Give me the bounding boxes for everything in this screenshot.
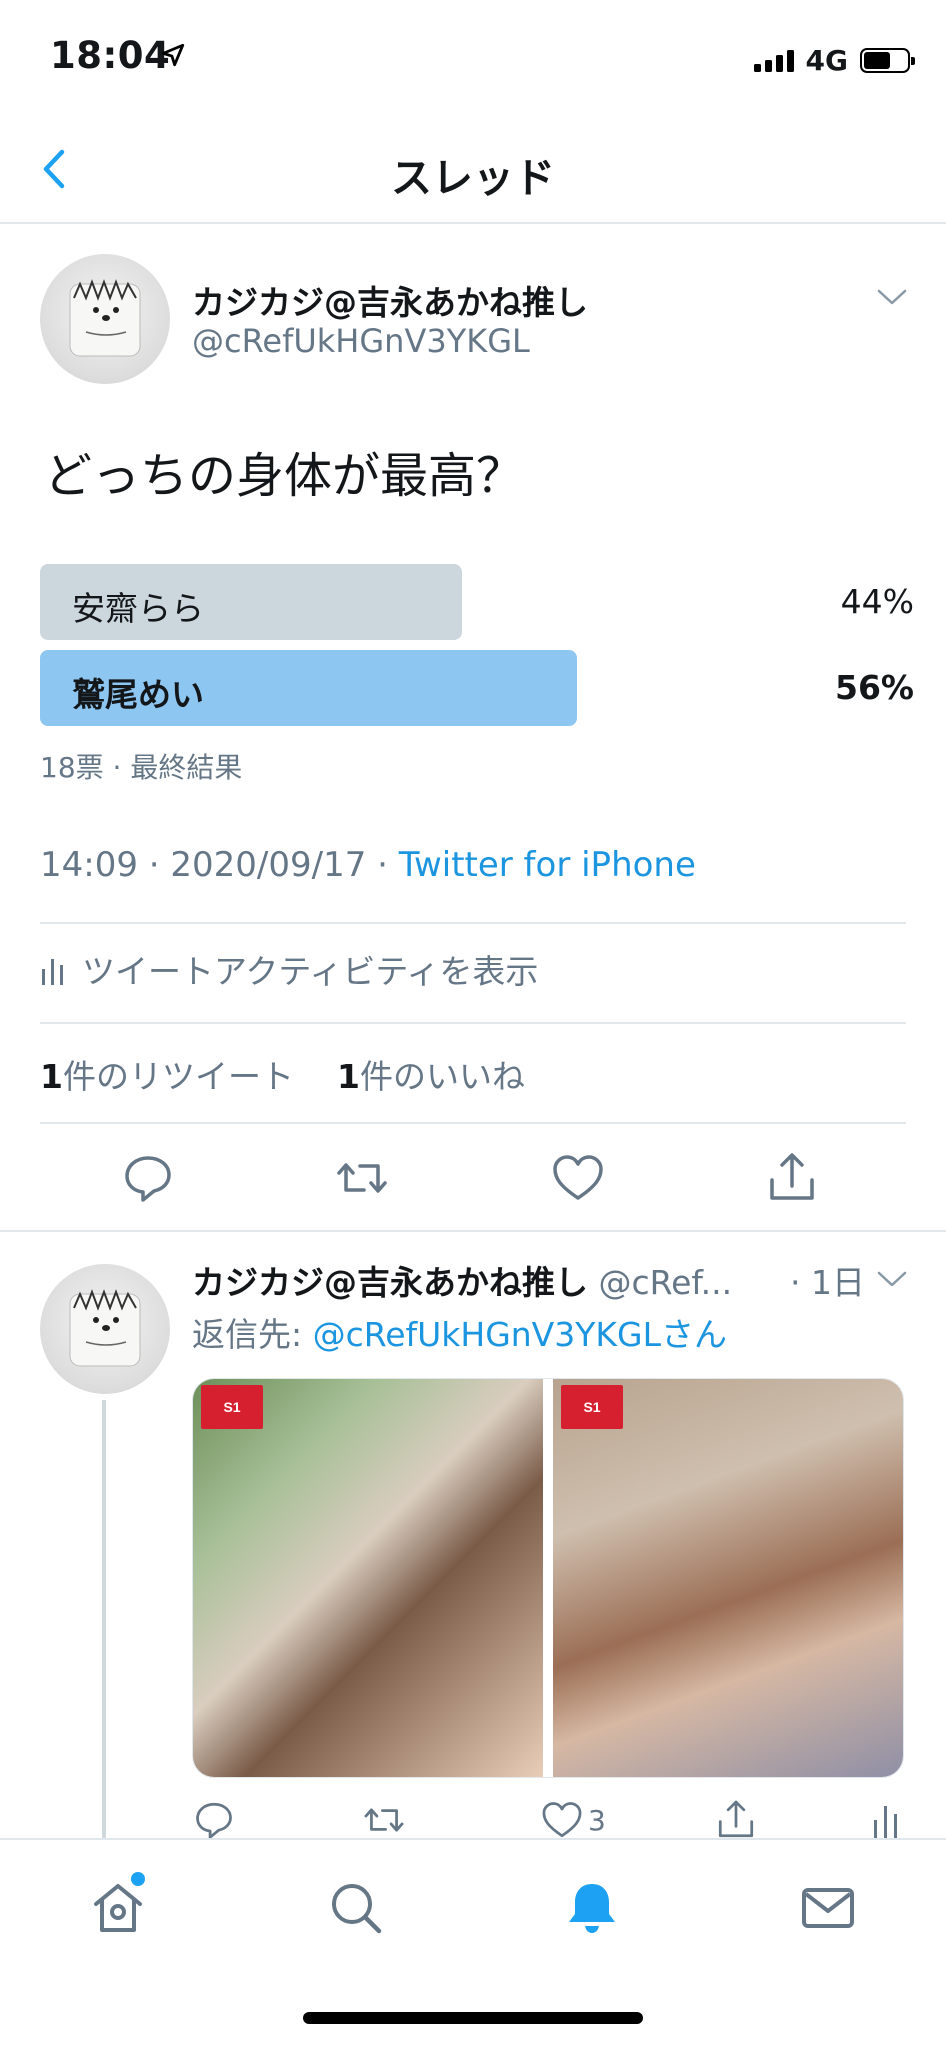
source-link[interactable]: Twitter for iPhone bbox=[399, 845, 696, 885]
tab-messages[interactable] bbox=[798, 1878, 858, 1938]
author-handle[interactable]: @cRefUkHGnV3YKGL bbox=[192, 322, 530, 360]
reply-icon bbox=[196, 1802, 232, 1839]
retweets-count: 1 bbox=[40, 1057, 63, 1096]
analytics-button[interactable] bbox=[864, 1798, 908, 1842]
reply-author-name[interactable]: カジカジ@吉永あかね推し bbox=[192, 1263, 588, 1302]
home-indicator bbox=[303, 2012, 643, 2024]
tweet-text: どっちの身体が最高？ bbox=[44, 448, 525, 504]
status-bar: 18:04 4G bbox=[0, 0, 946, 118]
reply-to-handle[interactable]: @cRefUkHGnV3YKGLさん bbox=[313, 1315, 727, 1354]
poll-option-label: 鷲尾めい bbox=[72, 675, 204, 714]
like-button[interactable] bbox=[540, 1798, 584, 1842]
likes-count: 1 bbox=[336, 1057, 360, 1096]
tab-home[interactable] bbox=[88, 1878, 148, 1938]
share-icon bbox=[718, 1800, 754, 1838]
reply-to-prefix: 返信先: bbox=[192, 1315, 313, 1354]
avatar[interactable] bbox=[40, 254, 170, 384]
share-button[interactable] bbox=[764, 1150, 820, 1206]
studio-logo: S1 bbox=[201, 1385, 263, 1429]
reply-avatar[interactable] bbox=[40, 1264, 170, 1394]
poll-option-label: 安齋らら bbox=[72, 589, 204, 628]
status-time: 18:04 bbox=[50, 34, 171, 77]
retweets-label: 件のリツイート bbox=[62, 1057, 294, 1096]
share-icon bbox=[770, 1153, 814, 1200]
heart-icon bbox=[542, 1802, 582, 1838]
author-name[interactable]: カジカジ@吉永あかね推し bbox=[192, 276, 588, 324]
messages-icon bbox=[802, 1888, 854, 1928]
likes-count-link[interactable]: 1件のいいね bbox=[337, 1057, 525, 1096]
poll-option: 安齋らら 44% bbox=[40, 564, 914, 640]
retweets-count-link[interactable]: 1件のリツイート bbox=[40, 1057, 294, 1096]
media-grid: S1 S1 bbox=[192, 1378, 904, 1778]
network-type: 4G bbox=[805, 44, 848, 77]
nav-header: スレッド bbox=[0, 118, 946, 224]
chevron-down-icon[interactable] bbox=[876, 1268, 908, 1290]
tab-search[interactable] bbox=[326, 1878, 386, 1938]
retweet-button[interactable] bbox=[334, 1150, 390, 1206]
like-button[interactable] bbox=[550, 1150, 606, 1206]
divider bbox=[40, 1122, 906, 1124]
section-divider bbox=[0, 1230, 946, 1232]
poll-option-percent: 56% bbox=[835, 668, 914, 707]
tab-notifications[interactable] bbox=[562, 1878, 622, 1938]
activity-label: ツイートアクティビティを表示 bbox=[82, 952, 539, 991]
engagement-counts: 1件のリツイート 1件のいいね bbox=[40, 1050, 525, 1098]
reply-to: 返信先: @cRefUkHGnV3YKGLさん bbox=[192, 1308, 727, 1356]
chevron-down-icon[interactable] bbox=[876, 286, 908, 308]
cellular-signal-icon bbox=[753, 49, 794, 72]
timestamp-text: 14:09 · 2020/09/17 · bbox=[40, 845, 399, 885]
battery-icon bbox=[860, 48, 915, 73]
hedgehog-mug-icon bbox=[69, 1289, 141, 1367]
reply-time: · 1日 bbox=[790, 1263, 865, 1302]
retweet-icon bbox=[337, 1163, 387, 1193]
media-image[interactable]: S1 bbox=[553, 1379, 903, 1777]
reply-like-count: 3 bbox=[588, 1804, 606, 1837]
heart-icon bbox=[553, 1155, 603, 1200]
divider bbox=[40, 922, 906, 924]
notifications-icon bbox=[569, 1884, 615, 1933]
search-icon bbox=[332, 1884, 382, 1934]
studio-logo: S1 bbox=[561, 1385, 623, 1429]
reply-author-handle[interactable]: @cRef... bbox=[599, 1263, 733, 1302]
location-arrow-icon bbox=[161, 43, 185, 67]
retweet-button[interactable] bbox=[362, 1798, 406, 1842]
reply-header: カジカジ@吉永あかね推し @cRef... bbox=[192, 1256, 892, 1304]
home-icon bbox=[94, 1884, 142, 1932]
tweet-timestamp: 14:09 · 2020/09/17 · Twitter for iPhone bbox=[40, 845, 696, 885]
poll-option-percent: 44% bbox=[840, 582, 914, 621]
likes-label: 件のいいね bbox=[359, 1057, 525, 1096]
reply-button[interactable] bbox=[192, 1798, 236, 1842]
share-button[interactable] bbox=[714, 1798, 758, 1842]
tweet-activity-link[interactable]: ツイートアクティビティを表示 bbox=[40, 945, 538, 993]
page-title: スレッド bbox=[391, 154, 555, 202]
tweet-action-bar bbox=[0, 1150, 946, 1210]
poll-option: 鷲尾めい 56% bbox=[40, 650, 914, 726]
media-image[interactable]: S1 bbox=[193, 1379, 543, 1777]
poll-meta: 18票 · 最終結果 bbox=[40, 751, 243, 784]
reply-button[interactable] bbox=[120, 1150, 176, 1206]
divider bbox=[40, 1022, 906, 1024]
reply-icon bbox=[125, 1156, 171, 1202]
analytics-icon bbox=[42, 959, 63, 985]
hedgehog-mug-icon bbox=[69, 279, 141, 357]
unread-dot bbox=[131, 1872, 145, 1886]
thread-line bbox=[102, 1400, 106, 1840]
retweet-icon bbox=[364, 1808, 404, 1832]
analytics-icon bbox=[874, 1806, 897, 1840]
